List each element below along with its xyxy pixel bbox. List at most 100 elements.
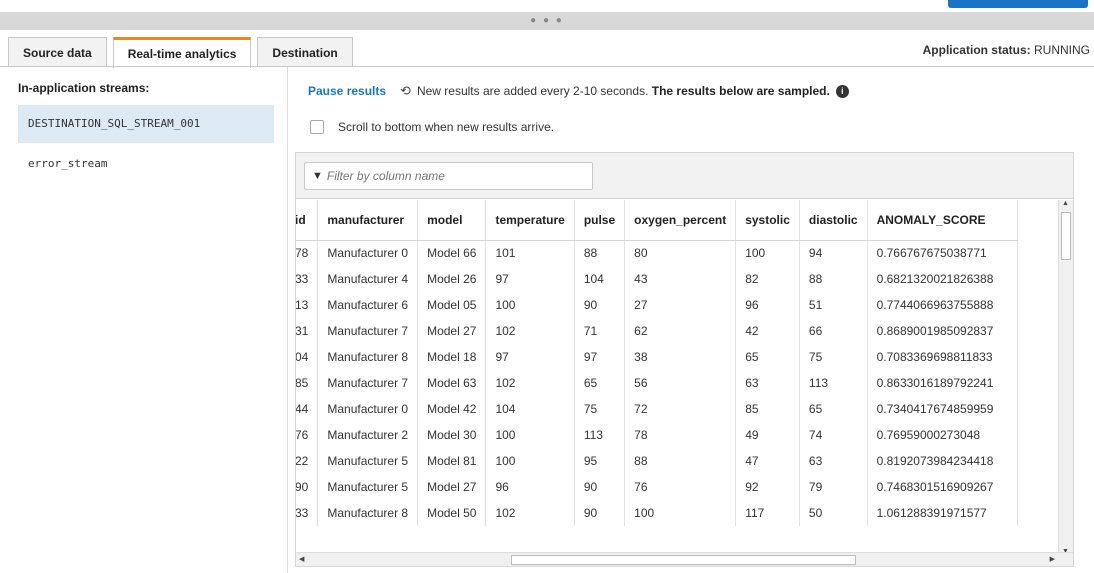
table-cell-manufacturer: Manufacturer 2 [317,422,419,448]
scroll-right-arrow-icon[interactable]: ▶ [1050,555,1055,563]
column-filter-input[interactable]: ▼ Filter by column name [304,162,593,190]
table-cell-temperature: 104 [485,396,575,422]
table-cell-manufacturer: Manufacturer 4 [317,266,419,292]
filter-placeholder: Filter by column name [326,169,445,183]
column-header[interactable]: diastolic [799,200,868,241]
table-cell-temperature: 101 [485,240,575,266]
table-cell-model: Model 66 [417,240,487,266]
table-cell-manufacturer: Manufacturer 6 [317,292,419,318]
column-header[interactable]: model [417,200,487,241]
stream-item-error[interactable]: error_stream [18,145,274,183]
table-cell-id: 22 [296,448,319,474]
table-cell-pulse: 65 [574,370,626,396]
column-header[interactable]: oxygen_percent [624,200,737,241]
table-cell-pulse: 104 [574,266,626,292]
scroll-up-arrow-icon[interactable]: ▲ [1062,200,1069,207]
filter-bar: ▼ Filter by column name [296,153,1073,199]
table-cell-systolic: 65 [735,344,800,370]
table-cell-pulse: 75 [574,396,626,422]
table-cell-manufacturer: Manufacturer 8 [317,344,419,370]
table-cell-oxygen-percent: 56 [624,370,737,396]
top-strip [0,0,1094,12]
table-cell-systolic: 92 [735,474,800,500]
results-info: New results are added every 2-10 seconds… [417,84,830,98]
top-action-button[interactable] [948,0,1088,8]
column-header[interactable]: id [296,200,319,241]
tab-real-time-analytics[interactable]: Real-time analytics [112,37,252,68]
table-cell-diastolic: 74 [799,422,868,448]
table-cell-model: Model 42 [417,396,487,422]
refresh-icon: ⟲ [400,83,411,98]
table-cell-model: Model 26 [417,266,487,292]
table-cell-oxygen-percent: 62 [624,318,737,344]
scroll-left-arrow-icon[interactable]: ◀ [299,555,304,563]
tab-destination[interactable]: Destination [257,37,353,67]
results-table: id manufacturer model temperature pulse … [296,200,1018,526]
vertical-scrollbar[interactable]: ▲ ▼ [1058,200,1073,555]
table-cell-id: 78 [296,240,319,266]
table-cell-systolic: 96 [735,292,800,318]
streams-title: In-application streams: [18,81,150,95]
application-status: Application status: RUNNING [923,43,1090,57]
table-cell-model: Model 05 [417,292,487,318]
table-cell-systolic: 47 [735,448,800,474]
table-row: 44 Manufacturer 0 Model 42 104 75 72 85 65 0.734… [296,396,1018,422]
horizontal-scrollbar[interactable]: ◀ ▶ [296,552,1073,566]
table-cell-systolic: 49 [735,422,800,448]
table-cell-diastolic: 50 [799,500,868,526]
stream-item-destination[interactable]: DESTINATION_SQL_STREAM_001 [18,105,274,143]
info-icon[interactable]: i [835,84,849,98]
table-cell-temperature: 100 [485,422,575,448]
table-cell-oxygen-percent: 100 [624,500,737,526]
tab-source-data[interactable]: Source data [8,37,107,67]
funnel-icon: ▼ [312,170,323,182]
resize-handle[interactable]: ● ● ● [0,12,1094,30]
table-cell-oxygen-percent: 72 [624,396,737,422]
table-cell-id: 13 [296,292,319,318]
table-row: 90 Manufacturer 5 Model 27 96 90 76 92 79 0.7468… [296,474,1018,500]
table-cell-diastolic: 88 [799,266,868,292]
table-cell-oxygen-percent: 78 [624,422,737,448]
table-row: 85 Manufacturer 7 Model 63 102 65 56 63 113 0.86… [296,370,1018,396]
table-cell-model: Model 50 [417,500,487,526]
table-cell-anomaly-score: 0.8689001985092837 [867,318,1018,344]
table-cell-id: 33 [296,266,319,292]
table-cell-temperature: 97 [485,266,575,292]
table-cell-systolic: 85 [735,396,800,422]
column-header[interactable]: systolic [735,200,800,241]
column-header[interactable]: ANOMALY_SCORE [867,200,1018,241]
table-cell-diastolic: 63 [799,448,868,474]
results-sampled-text: The results below are sampled. [651,84,830,98]
table-cell-pulse: 95 [574,448,626,474]
vertical-scroll-thumb[interactable] [1061,212,1071,260]
table-cell-manufacturer: Manufacturer 0 [317,396,419,422]
table-cell-manufacturer: Manufacturer 0 [317,240,419,266]
scroll-to-bottom-checkbox[interactable] [310,120,324,134]
table-cell-temperature: 100 [485,292,575,318]
table-cell-pulse: 90 [574,474,626,500]
table-cell-temperature: 100 [485,448,575,474]
column-header[interactable]: pulse [574,200,626,241]
table-cell-diastolic: 75 [799,344,868,370]
table-cell-diastolic: 79 [799,474,868,500]
table-cell-oxygen-percent: 38 [624,344,737,370]
application-status-value: RUNNING [1034,43,1090,57]
pause-results-link[interactable]: Pause results [308,84,386,98]
table-cell-anomaly-score: 0.8633016189792241 [867,370,1018,396]
table-cell-systolic: 117 [735,500,800,526]
table-cell-id: 31 [296,318,319,344]
table-row: 13 Manufacturer 6 Model 05 100 90 27 96 51 0.774… [296,292,1018,318]
table-cell-diastolic: 113 [799,370,868,396]
column-header[interactable]: manufacturer [317,200,419,241]
table-cell-manufacturer: Manufacturer 5 [317,474,419,500]
table-cell-pulse: 71 [574,318,626,344]
scroll-option: Scroll to bottom when new results arrive… [310,120,554,134]
table-cell-oxygen-percent: 27 [624,292,737,318]
table-cell-pulse: 97 [574,344,626,370]
table-cell-id: 90 [296,474,319,500]
tab-bar: Source data Real-time analytics Destinat… [8,37,359,68]
drag-dots-icon: ● ● ● [530,15,564,26]
horizontal-scroll-thumb[interactable] [511,555,856,565]
column-header[interactable]: temperature [485,200,575,241]
table-cell-anomaly-score: 0.8192073984234418 [867,448,1018,474]
